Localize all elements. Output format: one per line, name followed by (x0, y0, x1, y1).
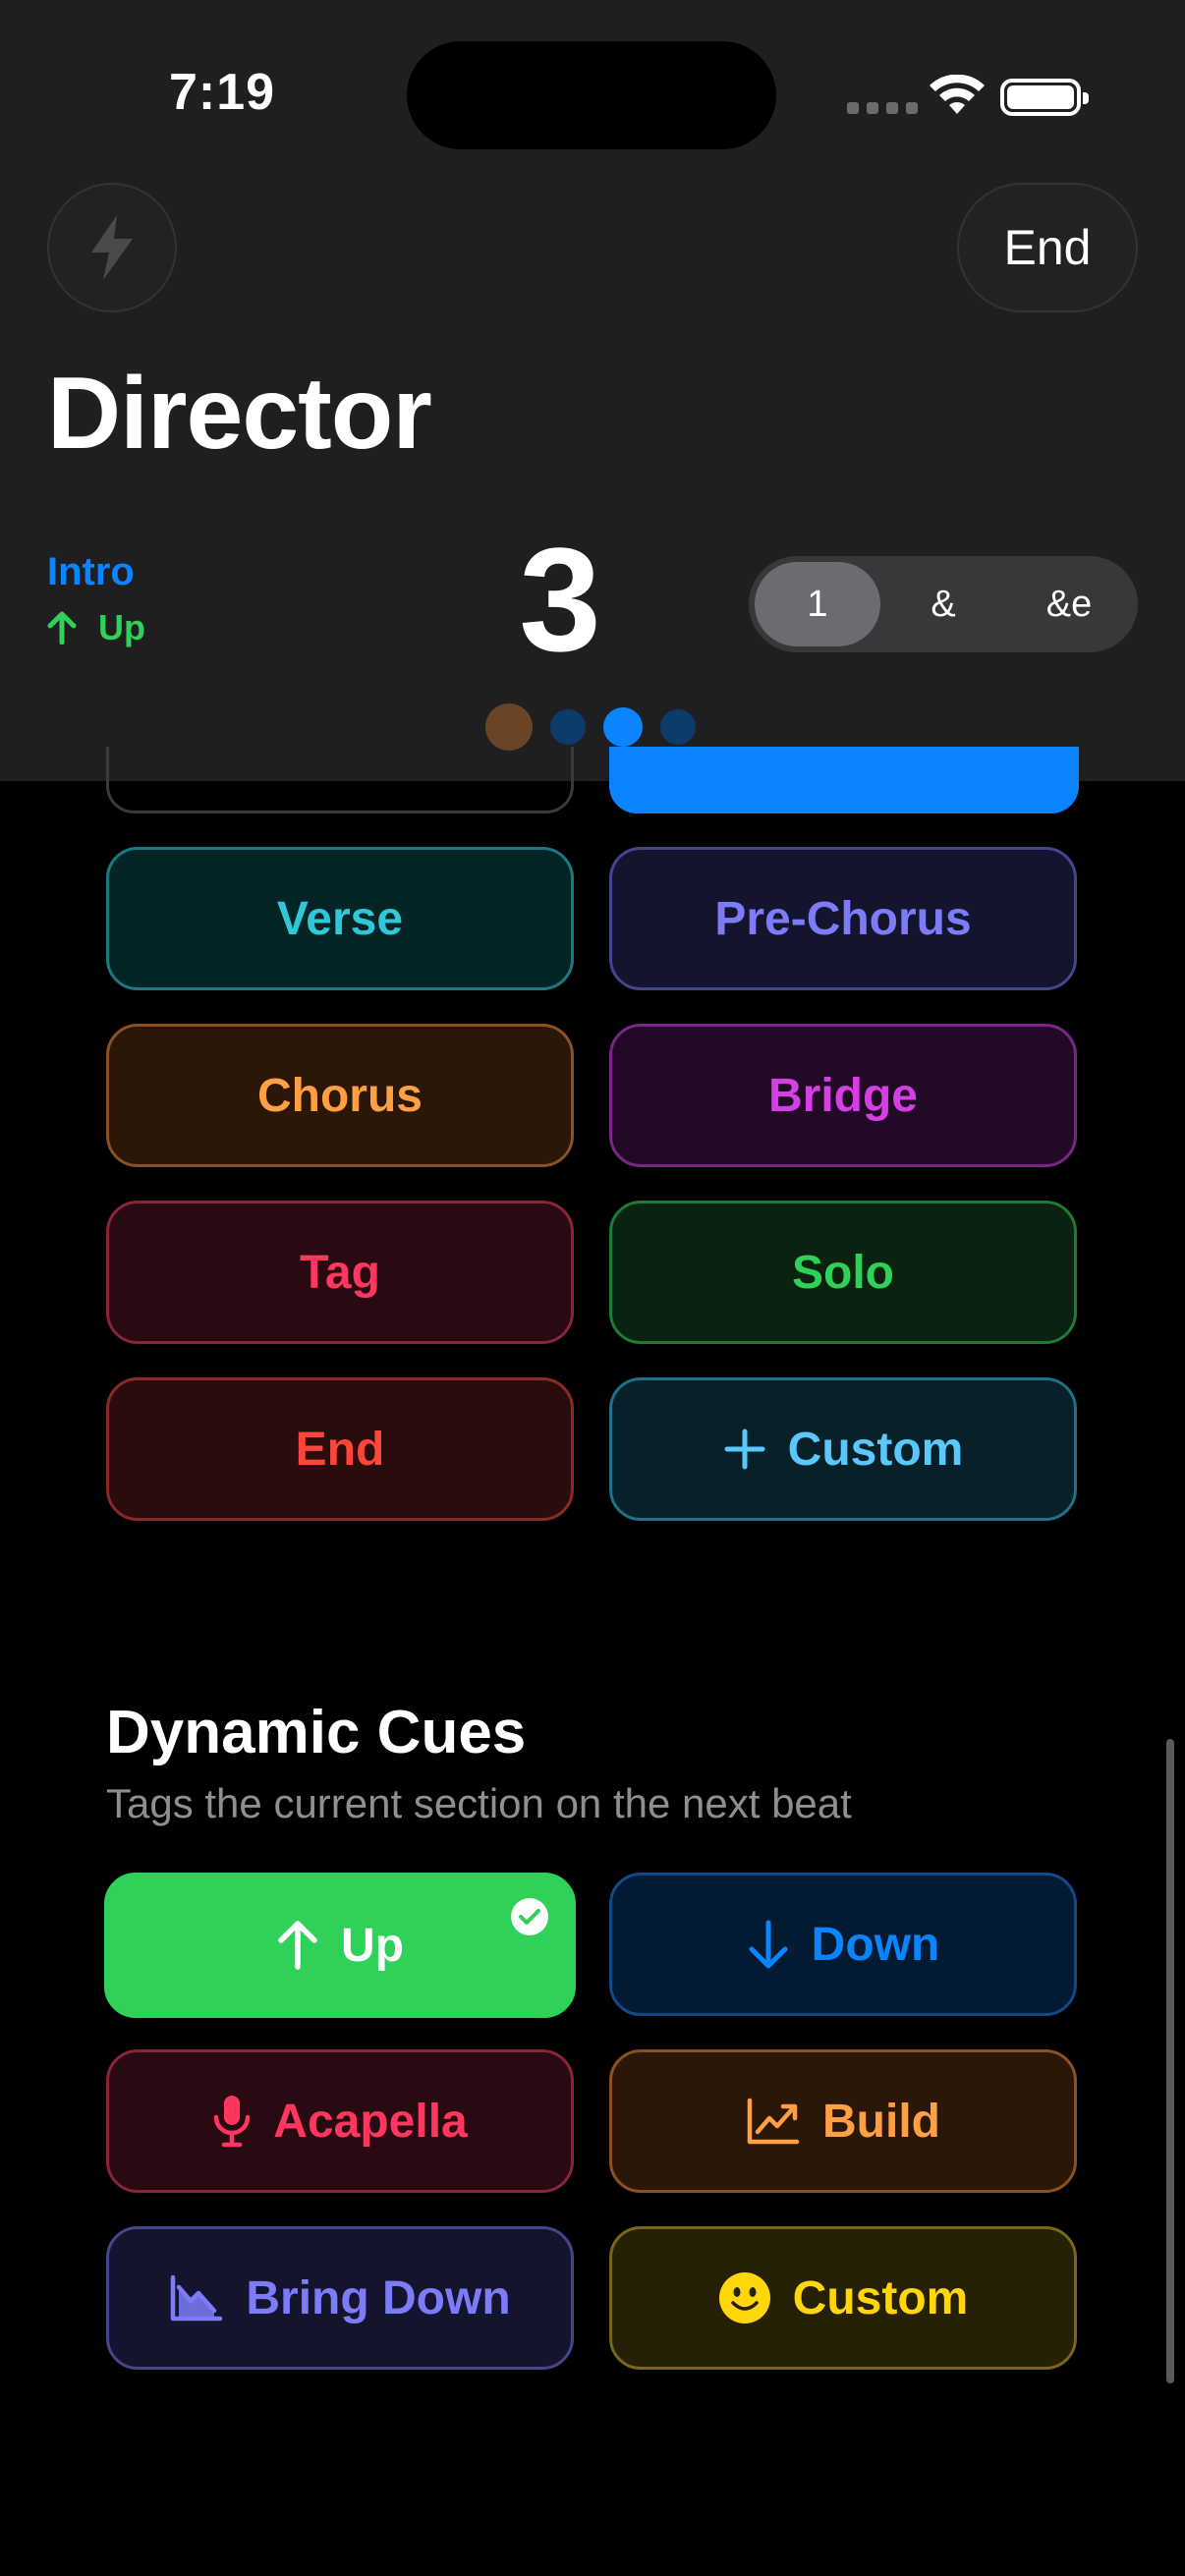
tile-label: Solo (792, 1246, 894, 1299)
cue-label: Custom (792, 2271, 969, 2324)
microphone-icon (214, 2096, 251, 2148)
cue-label: Acapella (273, 2095, 468, 2148)
checkmark-circle-icon (511, 1898, 548, 1935)
section-tile-bridge[interactable]: Bridge (609, 1024, 1077, 1167)
section-tile-solo[interactable]: Solo (609, 1201, 1077, 1344)
chart-down-icon (171, 2274, 223, 2322)
dynamic-island (407, 41, 776, 149)
cue-tile-build[interactable]: Build (609, 2049, 1077, 2193)
scroll-indicator[interactable] (1166, 1739, 1174, 2383)
section-tile-pre-chorus[interactable]: Pre-Chorus (609, 847, 1077, 990)
cue-tile-custom[interactable]: Custom (609, 2226, 1077, 2370)
tile-label: Verse (276, 892, 404, 945)
cue-label: Down (811, 1918, 940, 1971)
status-time: 7:19 (169, 64, 276, 121)
beat-dot (660, 709, 696, 745)
header: 7:19 End Director Intro Up 3 1 & &e (0, 0, 1185, 781)
cue-tile-up[interactable]: Up (104, 1873, 576, 2018)
beat-counter: 3 (519, 517, 601, 682)
cue-label: Up (341, 1919, 404, 1972)
cue-tile-down[interactable]: Down (609, 1873, 1077, 2016)
dynamic-cues-subtitle: Tags the current section on the next bea… (106, 1780, 852, 1826)
wifi-icon (930, 75, 985, 114)
plus-icon (724, 1428, 765, 1470)
tile-label: Bridge (767, 1069, 918, 1122)
beat-dots (485, 703, 696, 751)
current-dynamic-label: Up (98, 607, 145, 647)
section-tile-custom[interactable]: Custom (609, 1377, 1077, 1521)
tile-label: Custom (787, 1423, 964, 1476)
beat-dot (603, 707, 643, 747)
beat-dot (485, 703, 533, 751)
status-icons (847, 73, 1089, 122)
section-tile-tag[interactable]: Tag (106, 1201, 574, 1344)
end-button[interactable]: End (957, 183, 1138, 312)
tile-label: Tag (300, 1246, 380, 1299)
subdivision-option[interactable]: &e (1006, 562, 1132, 646)
tile-label: End (295, 1423, 385, 1476)
chart-up-icon (747, 2098, 800, 2145)
current-section-label: Intro (47, 550, 135, 593)
arrow-up-icon (47, 611, 77, 644)
cue-label: Bring Down (246, 2271, 511, 2324)
section-tile-partial[interactable] (106, 747, 574, 813)
cellular-signal-icon (847, 102, 918, 114)
subdivision-selector[interactable]: 1 & &e (749, 556, 1138, 652)
cue-tile-bring-down[interactable]: Bring Down (106, 2226, 574, 2370)
tile-label: Pre-Chorus (714, 892, 972, 945)
tile-label: Chorus (257, 1069, 423, 1122)
subdivision-option[interactable]: 1 (755, 562, 880, 646)
section-tile-verse[interactable]: Verse (106, 847, 574, 990)
bolt-icon (91, 215, 133, 280)
section-tile-end[interactable]: End (106, 1377, 574, 1521)
section-tile-chorus[interactable]: Chorus (106, 1024, 574, 1167)
section-tile-partial-selected[interactable] (609, 747, 1079, 813)
bolt-button[interactable] (47, 183, 177, 312)
arrow-down-icon (749, 1920, 788, 1969)
arrow-up-icon (278, 1921, 317, 1970)
battery-icon (1000, 79, 1089, 116)
cue-label: Build (822, 2095, 940, 2148)
cue-tile-acapella[interactable]: Acapella (106, 2049, 574, 2193)
current-dynamic: Up (47, 607, 145, 648)
beat-dot (550, 709, 586, 745)
page-title: Director (47, 357, 432, 471)
smiley-icon (718, 2272, 770, 2324)
dynamic-cues-title: Dynamic Cues (106, 1699, 527, 1766)
subdivision-option[interactable]: & (880, 562, 1006, 646)
